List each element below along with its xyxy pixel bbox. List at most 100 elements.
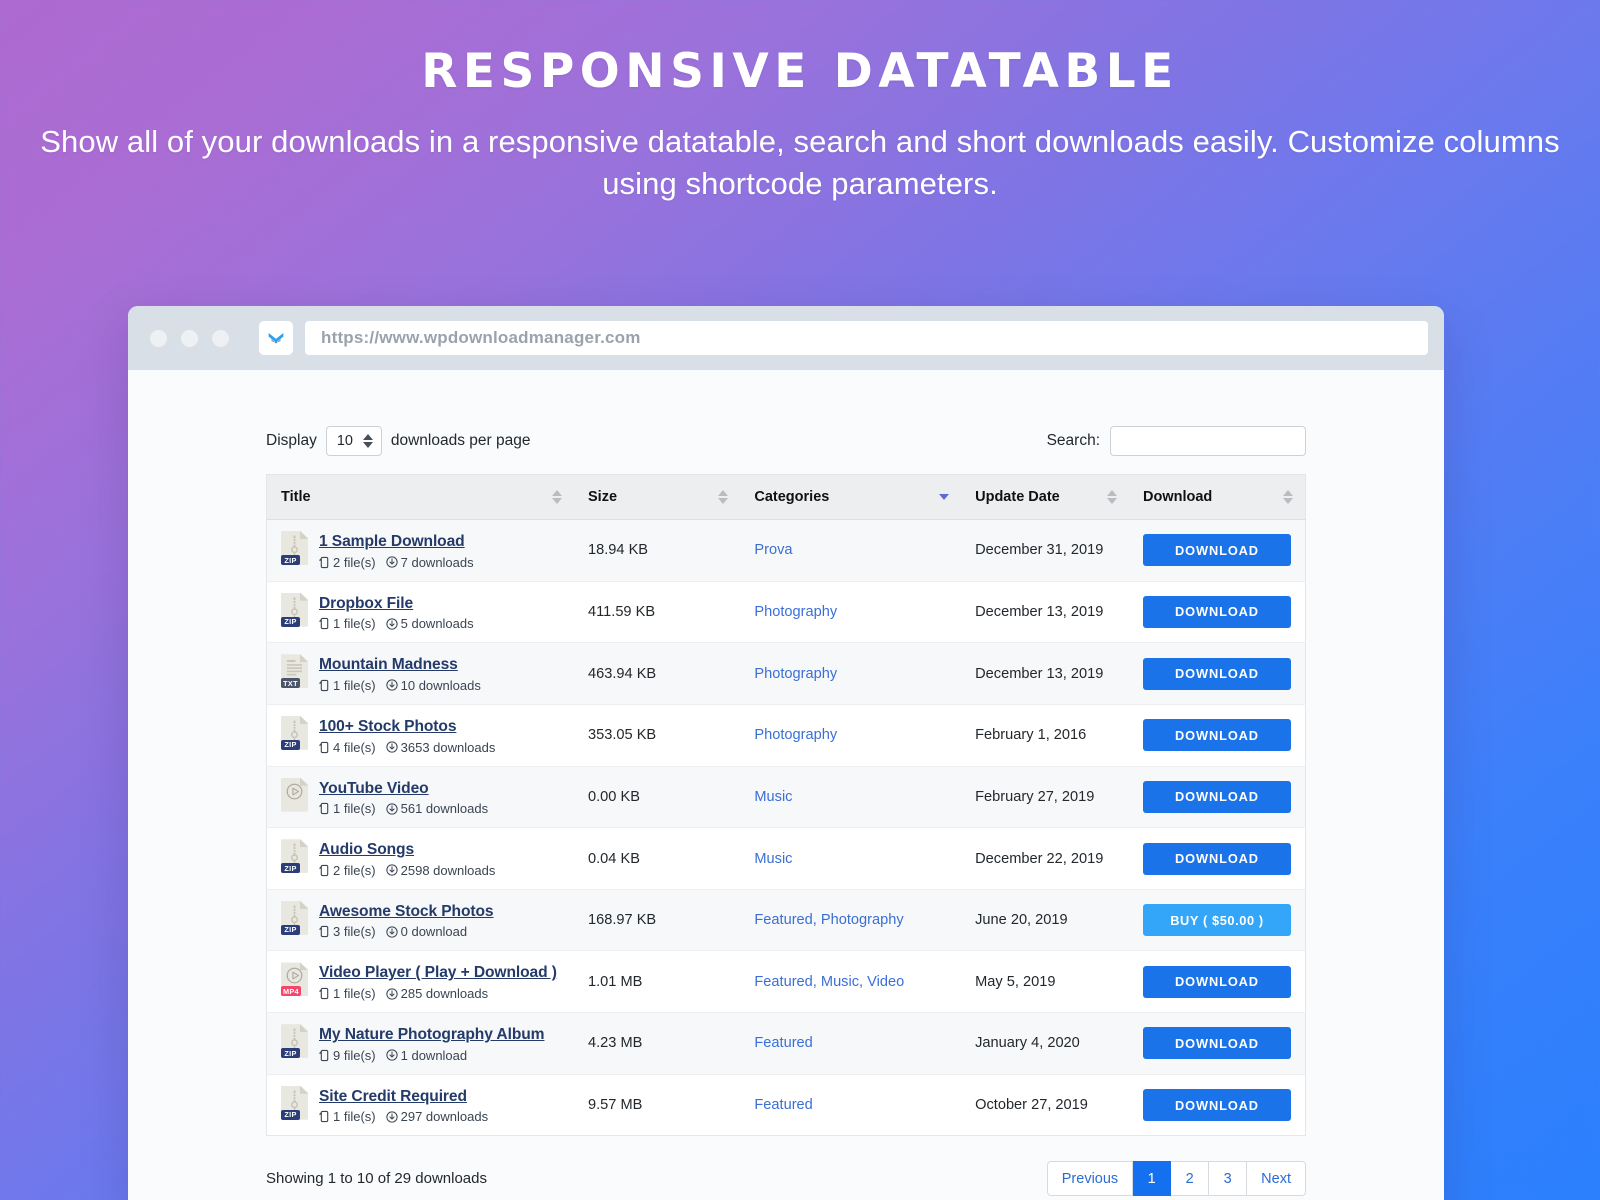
datatable-controls: Display 10 downloads per page Search:	[266, 426, 1306, 456]
download-title-link[interactable]: Video Player ( Play + Download )	[319, 963, 557, 983]
search-input[interactable]	[1110, 426, 1306, 456]
file-count: 1 file(s)	[319, 801, 376, 816]
sort-icon-update-date[interactable]	[1106, 490, 1117, 504]
cell-download: Download	[1129, 828, 1306, 890]
download-meta: 1 file(s) 5 downloads	[319, 616, 474, 631]
display-length-group: Display 10 downloads per page	[266, 426, 530, 456]
zip-file-icon: ZIP	[281, 715, 308, 750]
category-link[interactable]: Photography	[821, 912, 904, 928]
sort-icon-title[interactable]	[552, 490, 562, 504]
cell-download: Download	[1129, 1013, 1306, 1075]
category-link[interactable]: Featured	[754, 974, 812, 990]
sort-icon-download[interactable]	[1283, 490, 1293, 504]
file-type-badge: ZIP	[281, 616, 300, 627]
video-file-icon	[281, 777, 308, 812]
download-count: 5 downloads	[385, 616, 474, 631]
category-separator: ,	[812, 912, 821, 929]
window-maximize-dot[interactable]	[212, 329, 229, 347]
cell-size: 0.00 KB	[588, 788, 640, 805]
table-row: MP4 Video Player ( Play + Download ) 1 fil…	[266, 950, 1306, 1013]
category-link[interactable]: Music	[754, 851, 792, 867]
column-header-title[interactable]: Title	[266, 474, 574, 520]
pagination-button-next[interactable]: Next	[1247, 1161, 1306, 1197]
download-title-link[interactable]: YouTube Video	[319, 779, 488, 799]
cell-size: 1.01 MB	[588, 973, 643, 990]
file-type-badge: ZIP	[281, 863, 300, 874]
zip-file-icon: ZIP	[281, 900, 308, 935]
download-button[interactable]: Download	[1142, 1027, 1291, 1060]
sort-icon-categories-desc[interactable]	[939, 494, 950, 500]
txt-file-icon: TXT	[281, 654, 308, 689]
cell-size: 4.23 MB	[588, 1035, 643, 1052]
page-title: Responsive Datatable	[421, 44, 1179, 99]
downloads-table: Title Size Categories Update Date Downlo…	[266, 474, 1306, 1137]
download-title-link[interactable]: Awesome Stock Photos	[319, 902, 494, 922]
download-title-link[interactable]: Mountain Madness	[319, 655, 481, 675]
cell-download: Buy ( $50.00 )	[1129, 889, 1306, 951]
download-button[interactable]: Download	[1142, 1089, 1291, 1122]
pagination-button-1[interactable]: 1	[1133, 1161, 1172, 1197]
file-count: 2 file(s)	[319, 555, 376, 570]
download-count-icon	[385, 1049, 398, 1061]
category-link[interactable]: Photography	[754, 666, 837, 682]
per-page-select[interactable]: 10	[325, 426, 382, 456]
download-button[interactable]: Download	[1142, 780, 1291, 813]
table-row: ZIP 1 Sample Download 2 file(s) 7 downloads…	[266, 519, 1306, 582]
search-label: Search:	[1046, 432, 1100, 449]
files-icon	[319, 1110, 330, 1123]
download-button[interactable]: Download	[1142, 595, 1291, 628]
pagination-button-2[interactable]: 2	[1171, 1161, 1210, 1197]
download-button[interactable]: Download	[1142, 719, 1291, 752]
browser-window: https://www.wpdownloadmanager.com Displa…	[128, 306, 1444, 1200]
cell-title: YouTube Video 1 file(s) 561 downloads	[267, 766, 575, 828]
files-icon	[319, 1049, 330, 1062]
cell-download: Download	[1129, 581, 1306, 643]
download-count-icon	[385, 556, 398, 568]
category-link[interactable]: Music	[821, 974, 859, 990]
window-minimize-dot[interactable]	[181, 329, 198, 347]
download-button[interactable]: Download	[1142, 842, 1291, 875]
browser-toolbar: https://www.wpdownloadmanager.com	[128, 306, 1444, 370]
download-title-link[interactable]: Site Credit Required	[319, 1087, 488, 1107]
category-link[interactable]: Photography	[754, 727, 837, 743]
pagination-button-previous[interactable]: Previous	[1046, 1161, 1134, 1197]
pagination-button-3[interactable]: 3	[1209, 1161, 1248, 1197]
file-count: 4 file(s)	[319, 740, 376, 755]
category-link[interactable]: Video	[867, 974, 904, 990]
download-button[interactable]: Download	[1142, 534, 1291, 567]
address-bar[interactable]: https://www.wpdownloadmanager.com	[305, 321, 1428, 355]
column-header-size[interactable]: Size	[574, 474, 741, 520]
window-close-dot[interactable]	[150, 329, 167, 347]
download-count: 10 downloads	[385, 678, 481, 693]
file-count: 1 file(s)	[319, 678, 376, 693]
category-link[interactable]: Featured	[754, 1035, 812, 1051]
cell-download: Download	[1129, 520, 1306, 582]
category-link[interactable]: Photography	[754, 604, 837, 620]
zip-file-icon: ZIP	[281, 1024, 308, 1059]
download-title-link[interactable]: 100+ Stock Photos	[319, 717, 495, 737]
download-title-link[interactable]: 1 Sample Download	[319, 532, 474, 552]
download-title-link[interactable]: Audio Songs	[319, 840, 495, 860]
download-title-link[interactable]: Dropbox File	[319, 594, 474, 614]
download-count: 297 downloads	[385, 1109, 488, 1124]
download-button[interactable]: Download	[1142, 965, 1291, 998]
category-link[interactable]: Featured	[754, 1097, 812, 1113]
cell-title: ZIP My Nature Photography Album 9 file(s) 1…	[267, 1013, 575, 1075]
category-link[interactable]: Featured	[754, 912, 812, 928]
buy-button[interactable]: Buy ( $50.00 )	[1142, 904, 1291, 937]
file-type-badge: ZIP	[281, 739, 300, 750]
download-button[interactable]: Download	[1142, 657, 1291, 690]
sort-icon-size[interactable]	[718, 490, 729, 504]
category-link[interactable]: Prova	[754, 542, 792, 558]
table-row: ZIP Site Credit Required 1 file(s) 297 down…	[266, 1074, 1306, 1136]
category-separator: ,	[812, 973, 821, 990]
download-title-link[interactable]: My Nature Photography Album	[319, 1025, 545, 1045]
download-count-icon	[385, 741, 398, 753]
pagination: Previous 1 2 3 Next	[1046, 1161, 1306, 1197]
column-header-categories[interactable]: Categories	[740, 474, 962, 520]
zip-file-icon: ZIP	[281, 839, 308, 874]
column-label: Categories	[754, 489, 830, 505]
column-header-download[interactable]: Download	[1128, 474, 1306, 520]
category-link[interactable]: Music	[754, 789, 792, 805]
column-header-update-date[interactable]: Update Date	[961, 474, 1129, 520]
